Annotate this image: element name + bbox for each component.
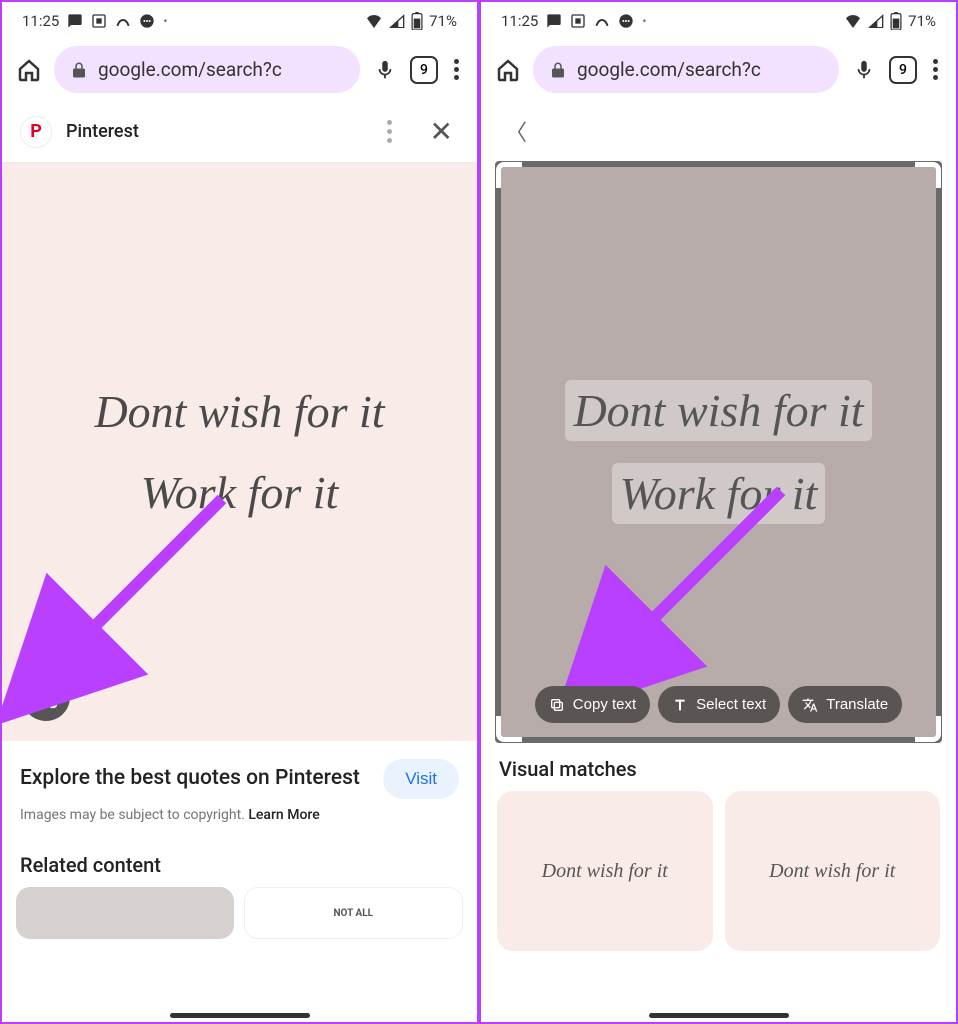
copy-icon <box>549 697 565 713</box>
image-preview[interactable]: Dont wish for it Work for it <box>2 163 477 741</box>
airtel-icon <box>594 13 610 29</box>
lens-crop-area[interactable]: Dont wish for it Work for it Copy text S… <box>495 161 942 743</box>
info-row: Explore the best quotes on Pinterest Vis… <box>2 741 477 807</box>
url-text: google.com/search?c <box>577 58 761 81</box>
battery-percent: 71% <box>908 12 936 30</box>
tab-count[interactable]: 9 <box>889 56 917 84</box>
battery-percent: 71% <box>429 12 457 30</box>
crop-corner-tl[interactable] <box>496 162 522 188</box>
menu-icon[interactable] <box>929 55 942 84</box>
message-icon <box>67 13 83 29</box>
status-bar: 11:25 • 71% <box>2 2 477 38</box>
copyright-notice: Images may be subject to copyright. Lear… <box>2 807 477 839</box>
options-icon[interactable] <box>387 120 392 143</box>
status-bar: 11:25 • 71% <box>481 2 956 38</box>
learn-more-link[interactable]: Learn More <box>248 807 319 823</box>
related-content-heading: Related content <box>2 839 477 887</box>
mic-icon[interactable] <box>851 57 877 83</box>
crop-corner-tr[interactable] <box>915 162 941 188</box>
lens-action-bar: Copy text Select text Translate <box>501 686 936 723</box>
related-thumbs: NOT ALL <box>2 887 477 945</box>
related-thumb[interactable] <box>16 887 234 939</box>
related-thumb[interactable]: NOT ALL <box>244 887 464 939</box>
signal-icon <box>389 14 405 28</box>
quote-line-2: Work for it <box>141 466 339 519</box>
translate-icon <box>802 697 818 713</box>
message-icon <box>546 13 562 29</box>
google-lens-button[interactable] <box>22 673 70 721</box>
clock-time: 11:25 <box>22 12 59 30</box>
visual-matches-heading: Visual matches <box>481 743 956 791</box>
lock-icon <box>549 61 567 79</box>
clock-time: 11:25 <box>501 12 538 30</box>
back-header: 〈 <box>481 101 956 161</box>
text-icon <box>672 697 688 713</box>
quote-line-1: Dont wish for it <box>94 385 384 438</box>
tab-count[interactable]: 9 <box>410 56 438 84</box>
visit-button[interactable]: Visit <box>383 759 459 799</box>
nav-handle[interactable] <box>170 1013 310 1018</box>
annotation-arrow <box>42 489 242 693</box>
home-icon[interactable] <box>495 57 521 83</box>
signal-icon <box>868 14 884 28</box>
close-icon[interactable]: ✕ <box>424 115 459 148</box>
url-text: google.com/search?c <box>98 58 282 81</box>
back-icon[interactable]: 〈 <box>499 115 533 147</box>
nav-handle[interactable] <box>649 1013 789 1018</box>
dot-icon: • <box>163 14 167 28</box>
chat-icon <box>139 13 155 29</box>
battery-icon <box>890 12 902 30</box>
screenshot-icon <box>570 13 586 29</box>
highlighted-text-2[interactable]: Work for it <box>612 463 826 524</box>
wifi-icon <box>844 14 862 28</box>
visual-match-thumb[interactable]: Dont wish for it <box>497 791 713 951</box>
highlighted-text-1[interactable]: Dont wish for it <box>565 380 871 441</box>
dot-icon: • <box>642 14 646 28</box>
screenshot-icon <box>91 13 107 29</box>
menu-icon[interactable] <box>450 55 463 84</box>
visual-matches-row: Dont wish for it Dont wish for it <box>481 791 956 961</box>
source-header: P Pinterest ✕ <box>2 101 477 163</box>
mic-icon[interactable] <box>372 57 398 83</box>
lock-icon <box>70 61 88 79</box>
translate-button[interactable]: Translate <box>788 686 902 723</box>
chat-icon <box>618 13 634 29</box>
url-bar[interactable]: google.com/search?c <box>54 46 360 93</box>
browser-toolbar: google.com/search?c 9 <box>481 38 956 101</box>
source-name[interactable]: Pinterest <box>66 121 373 142</box>
pinterest-logo-icon: P <box>20 116 52 148</box>
battery-icon <box>411 12 423 30</box>
browser-toolbar: google.com/search?c 9 <box>2 38 477 101</box>
image-title: Explore the best quotes on Pinterest <box>20 765 371 792</box>
url-bar[interactable]: google.com/search?c <box>533 46 839 93</box>
wifi-icon <box>365 14 383 28</box>
home-icon[interactable] <box>16 57 42 83</box>
visual-match-thumb[interactable]: Dont wish for it <box>725 791 941 951</box>
airtel-icon <box>115 13 131 29</box>
select-text-button[interactable]: Select text <box>658 686 780 723</box>
copy-text-button[interactable]: Copy text <box>535 686 650 723</box>
